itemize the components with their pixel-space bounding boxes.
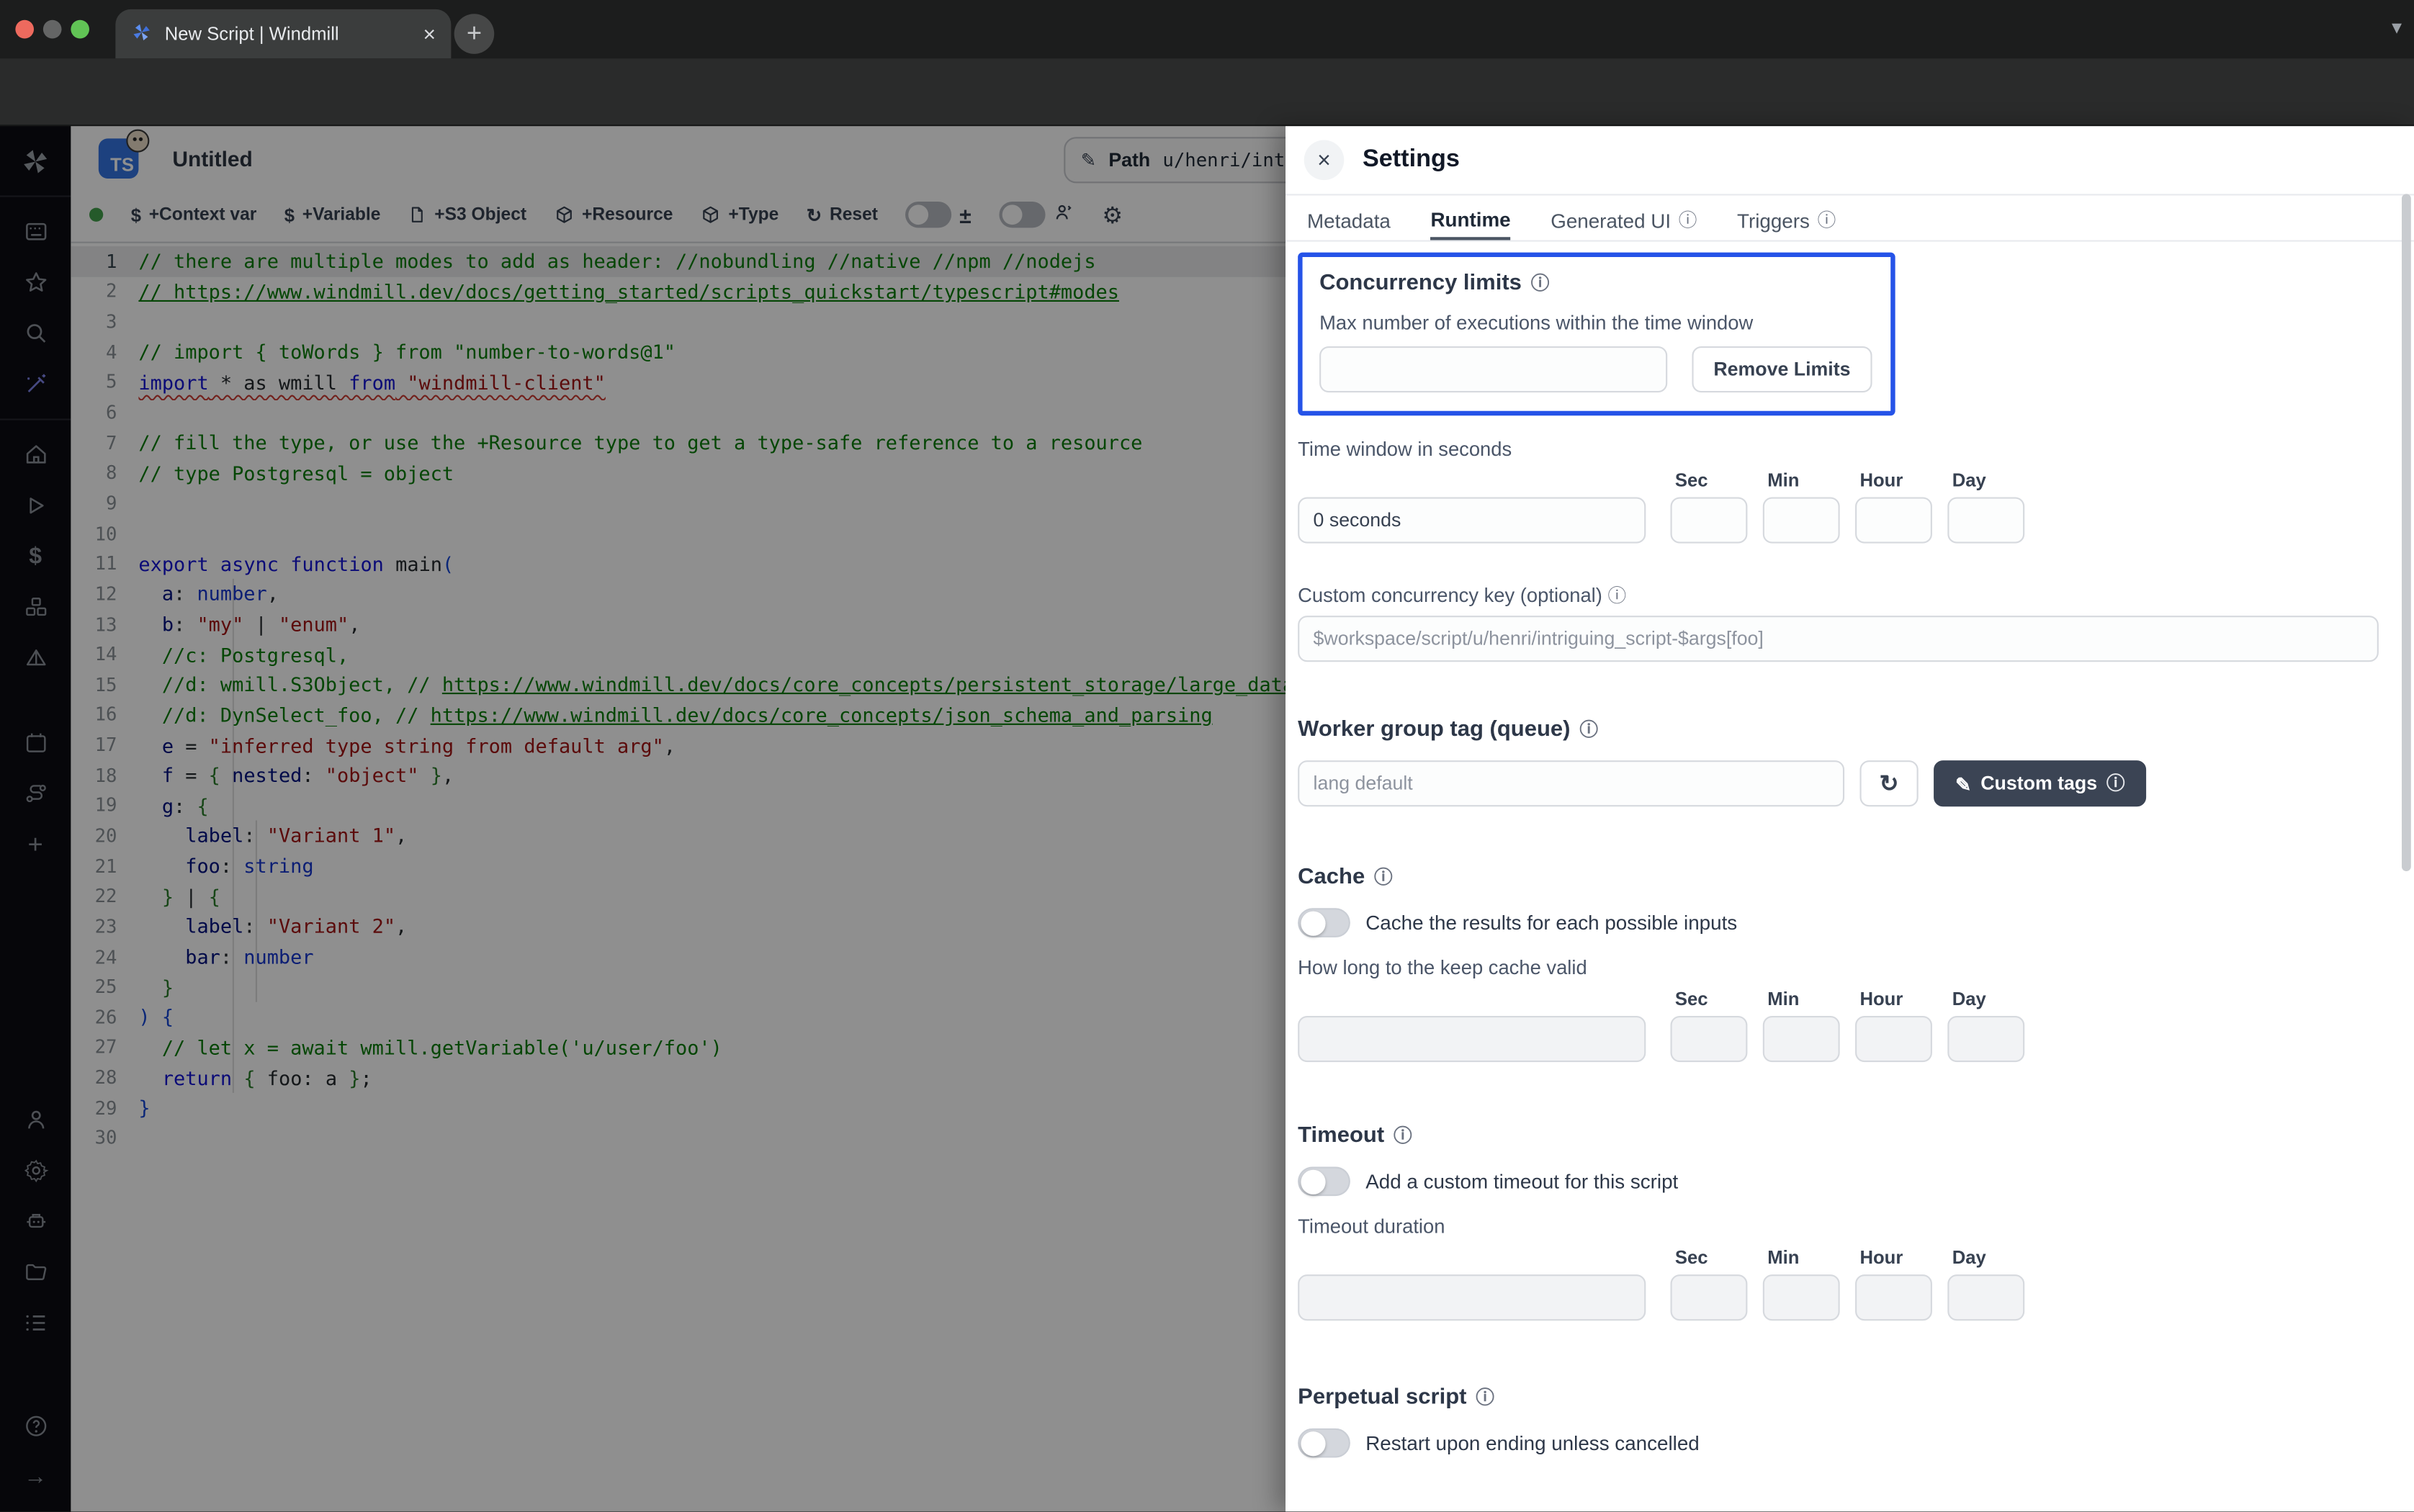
hour-label: Hour <box>1859 988 1931 1009</box>
timeout-duration-label: Timeout duration <box>1298 1215 2402 1238</box>
pencil-icon: ✎ <box>1955 772 1971 795</box>
settings-tabs: Metadata Runtime Generated UIⓘ Triggersⓘ <box>1285 197 2414 242</box>
day-input[interactable] <box>1947 1274 2024 1320</box>
sec-label: Sec <box>1675 469 1747 491</box>
refresh-button[interactable]: ↻ <box>1859 760 1918 806</box>
hour-input[interactable] <box>1855 498 1932 544</box>
day-input[interactable] <box>1947 1016 2024 1062</box>
min-label: Min <box>1767 988 1839 1009</box>
worker-group-heading: Worker group tag (queue)ⓘ <box>1298 717 2402 742</box>
tab-runtime[interactable]: Runtime <box>1430 197 1510 240</box>
mac-close-button[interactable] <box>15 20 34 39</box>
drawer-title: Settings <box>1363 146 1460 174</box>
tab-generated-ui[interactable]: Generated UIⓘ <box>1551 197 1697 240</box>
perpetual-heading: Perpetual scriptⓘ <box>1298 1385 2402 1410</box>
day-label: Day <box>1952 1247 2024 1269</box>
drawer-header: × Settings <box>1285 126 2414 195</box>
time-window-duration-row: 0 seconds Sec Min Hour Day <box>1298 469 2402 544</box>
cache-duration-label: How long to the keep cache valid <box>1298 956 2402 979</box>
hour-input[interactable] <box>1855 1274 1932 1320</box>
worker-group-input[interactable]: lang default <box>1298 760 1844 806</box>
day-label: Day <box>1952 988 2024 1009</box>
min-input[interactable] <box>1763 498 1840 544</box>
duration-value-input[interactable] <box>1298 1274 1646 1320</box>
min-input[interactable] <box>1763 1274 1840 1320</box>
perpetual-toggle[interactable] <box>1298 1428 1350 1458</box>
browser-tabstrip: New Script | Windmill × + ▾ <box>0 0 2414 58</box>
remove-limits-button[interactable]: Remove Limits <box>1692 346 1872 392</box>
tab-metadata[interactable]: Metadata <box>1307 197 1391 240</box>
min-label: Min <box>1767 469 1839 491</box>
mac-minimize-button[interactable] <box>43 20 62 39</box>
min-label: Min <box>1767 1247 1839 1269</box>
windmill-favicon <box>131 21 153 47</box>
info-icon[interactable]: ⓘ <box>1394 1127 1412 1146</box>
mac-zoom-button[interactable] <box>71 20 89 39</box>
timeout-duration-row: Sec Min Hour Day <box>1298 1247 2402 1321</box>
info-icon[interactable]: ⓘ <box>1531 274 1550 293</box>
info-icon[interactable]: ⓘ <box>1579 720 1598 739</box>
duration-value-input[interactable]: 0 seconds <box>1298 498 1646 544</box>
time-window-label: Time window in seconds <box>1298 437 2402 460</box>
settings-body: Concurrency limitsⓘ Max number of execut… <box>1285 243 2414 1512</box>
section-heading: Concurrency limitsⓘ <box>1319 271 1874 295</box>
tab-triggers[interactable]: Triggersⓘ <box>1737 197 1836 240</box>
close-icon[interactable]: × <box>1304 140 1345 181</box>
concurrency-limits-section: Concurrency limitsⓘ Max number of execut… <box>1298 253 1895 416</box>
sec-input[interactable] <box>1671 1274 1748 1320</box>
max-executions-label: Max number of executions within the time… <box>1319 311 1874 334</box>
sec-input[interactable] <box>1671 1016 1748 1062</box>
cache-duration-row: Sec Min Hour Day <box>1298 988 2402 1062</box>
info-icon[interactable]: ⓘ <box>1374 868 1393 887</box>
day-label: Day <box>1952 469 2024 491</box>
hour-label: Hour <box>1859 469 1931 491</box>
drawer-scrollbar[interactable] <box>2402 194 2411 871</box>
modal-dim-overlay[interactable] <box>0 126 1285 1511</box>
cache-toggle-label: Cache the results for each possible inpu… <box>1365 912 1737 935</box>
info-icon[interactable]: ⓘ <box>1607 585 1626 606</box>
info-icon: ⓘ <box>2106 774 2125 793</box>
window-chevron-icon[interactable]: ▾ <box>2392 15 2402 40</box>
cache-heading: Cacheⓘ <box>1298 865 2402 889</box>
sec-input[interactable] <box>1671 498 1748 544</box>
min-input[interactable] <box>1763 1016 1840 1062</box>
browser-tab[interactable]: New Script | Windmill × <box>115 9 451 58</box>
sec-label: Sec <box>1675 1247 1747 1269</box>
timeout-toggle[interactable] <box>1298 1166 1350 1196</box>
info-icon[interactable]: ⓘ <box>1476 1388 1494 1407</box>
info-icon: ⓘ <box>1679 211 1697 230</box>
hour-input[interactable] <box>1855 1016 1932 1062</box>
day-input[interactable] <box>1947 498 2024 544</box>
sec-label: Sec <box>1675 988 1747 1009</box>
browser-toolbar: ← → ↻ app.windmill.dev/scripts/add#JTdCJ… <box>0 58 2414 126</box>
perpetual-toggle-label: Restart upon ending unless cancelled <box>1365 1431 1700 1454</box>
cache-toggle[interactable] <box>1298 908 1350 937</box>
duration-value-input[interactable] <box>1298 1016 1646 1062</box>
new-tab-button[interactable]: + <box>454 14 495 54</box>
hour-label: Hour <box>1859 1247 1931 1269</box>
tab-title: New Script | Windmill <box>165 23 423 45</box>
settings-drawer: × Settings Metadata Runtime Generated UI… <box>1285 126 2414 1511</box>
tab-close-icon[interactable]: × <box>423 22 436 46</box>
max-executions-input[interactable] <box>1319 346 1667 392</box>
custom-key-input[interactable]: $workspace/script/u/henri/intriguing_scr… <box>1298 616 2379 662</box>
timeout-heading: Timeoutⓘ <box>1298 1124 2402 1148</box>
custom-tags-button[interactable]: ✎Custom tagsⓘ <box>1934 760 2146 806</box>
custom-key-label: Custom concurrency key (optional) ⓘ <box>1298 583 2402 606</box>
info-icon: ⓘ <box>1818 211 1836 230</box>
timeout-toggle-label: Add a custom timeout for this script <box>1365 1170 1678 1193</box>
